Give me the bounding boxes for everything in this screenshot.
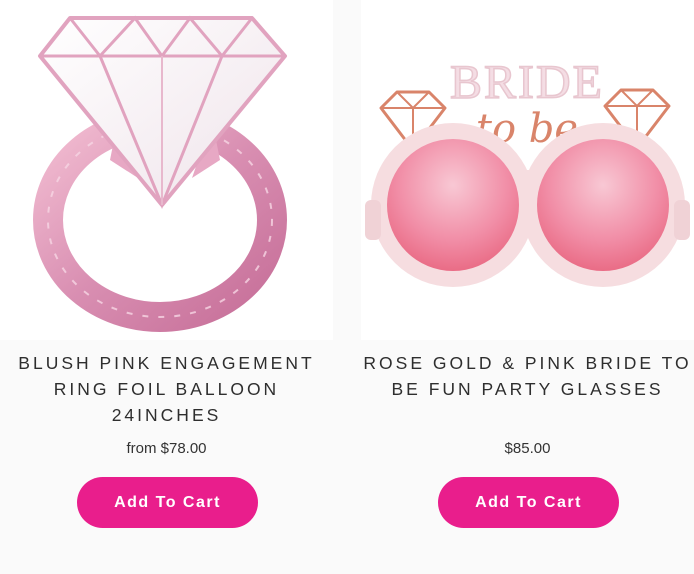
bride-text: BRIDE <box>450 56 604 109</box>
product-title-line: RING FOIL BALLOON <box>53 379 280 399</box>
add-to-cart-button[interactable]: Add To Cart <box>77 477 258 528</box>
product-card-ring-balloon: BLUSH PINK ENGAGEMENT RING FOIL BALLOON … <box>0 0 333 574</box>
bride-glasses-image: BRIDE to be <box>365 55 690 287</box>
product-price: $85.00 <box>504 440 551 457</box>
product-title-line: ROSE GOLD & PINK BRIDE TO <box>363 353 692 373</box>
product-title-line: BE FUN PARTY GLASSES <box>391 379 664 399</box>
product-card-bride-glasses: BRIDE to be ROSE GOLD & PINK BRIDE TO BE… <box>361 0 694 574</box>
product-image-bride-glasses[interactable]: BRIDE to be <box>361 0 694 340</box>
product-title-line: BLUSH PINK ENGAGEMENT <box>18 353 315 373</box>
add-to-cart-button[interactable]: Add To Cart <box>438 477 619 528</box>
product-image-ring-balloon[interactable] <box>0 0 333 340</box>
product-title[interactable]: ROSE GOLD & PINK BRIDE TO BE FUN PARTY G… <box>361 350 694 402</box>
ring-balloon-image <box>33 15 287 332</box>
product-title[interactable]: BLUSH PINK ENGAGEMENT RING FOIL BALLOON … <box>0 350 333 428</box>
product-title-line: 24INCHES <box>111 405 222 425</box>
product-price: from $78.00 <box>126 440 207 457</box>
product-grid: BLUSH PINK ENGAGEMENT RING FOIL BALLOON … <box>0 0 694 574</box>
